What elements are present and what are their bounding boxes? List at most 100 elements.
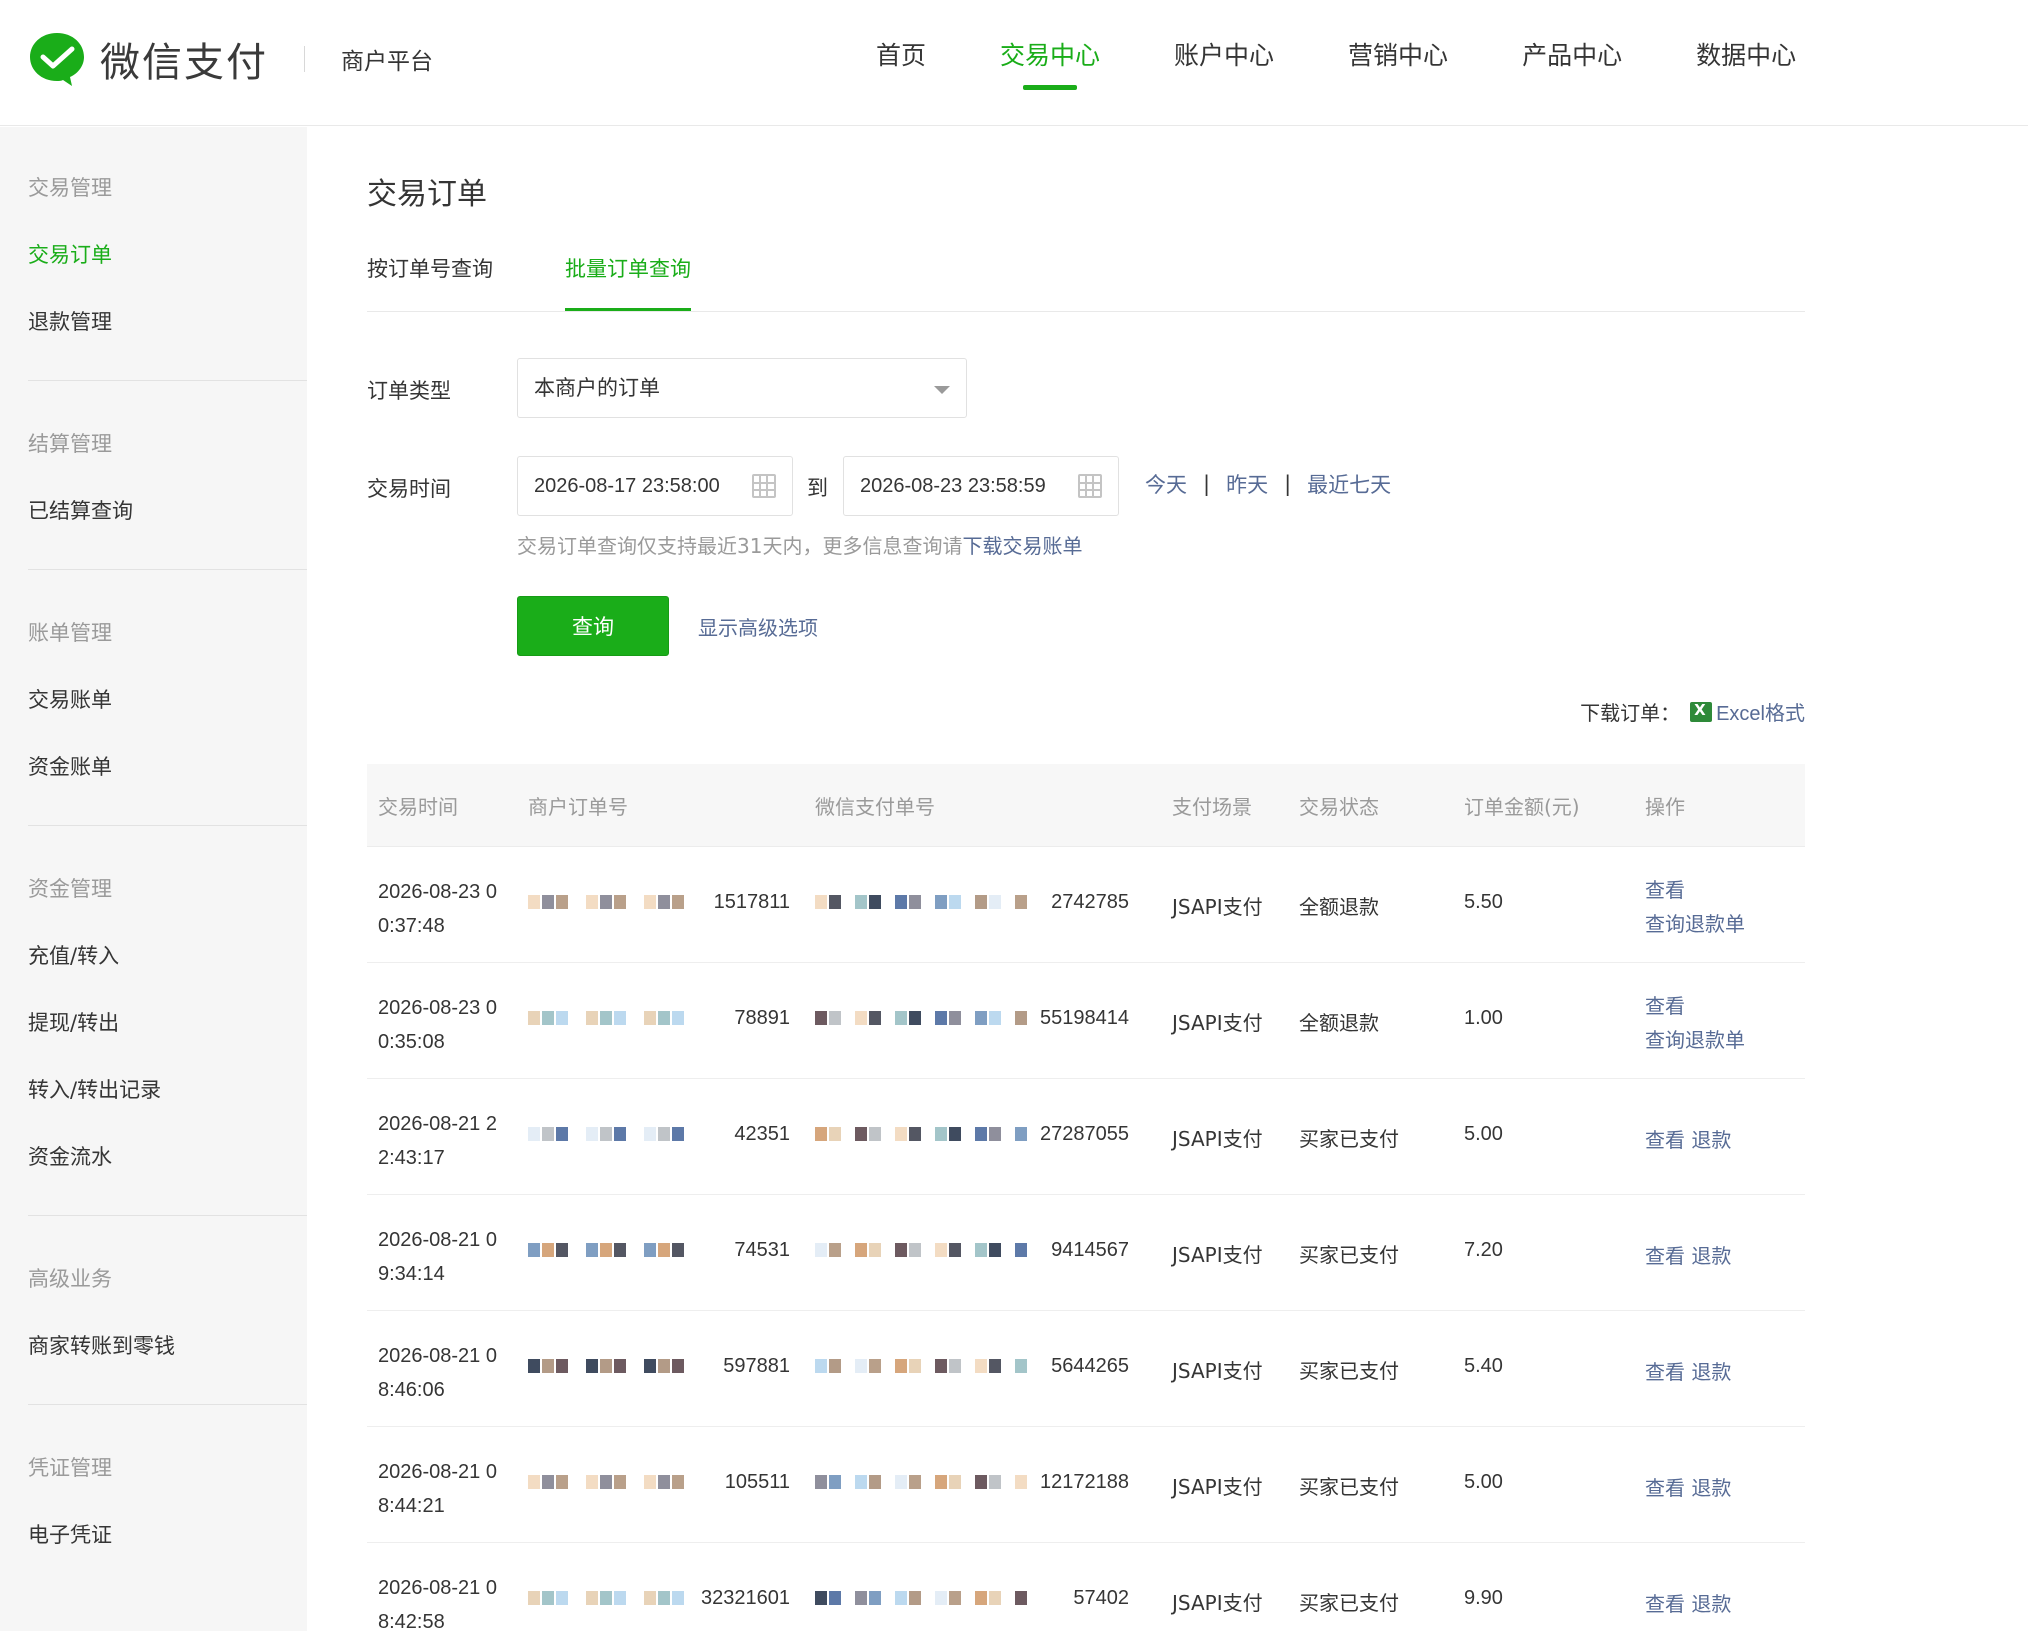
wechat-pay-logo-icon	[28, 30, 86, 88]
view-link[interactable]: 查看	[1645, 1592, 1685, 1616]
wechat-order-no-cell: 12172188	[1040, 1471, 1129, 1493]
table-row: 2026-08-21 08:44:21 105511 12172188 JSAPI支付…	[367, 1427, 1805, 1543]
view-link[interactable]: 查看	[1645, 989, 1745, 1023]
sidebar-item-e-voucher[interactable]: 电子凭证	[28, 1502, 307, 1569]
start-time-value: 2026-08-17 23:58:00	[534, 475, 720, 497]
topnav-marketing-center[interactable]: 营销中心	[1348, 0, 1448, 112]
refund-link[interactable]: 退款	[1691, 1476, 1731, 1500]
show-advanced-options-link[interactable]: 显示高级选项	[698, 612, 818, 641]
trade-time-cell: 2026-08-21 08:42:58	[378, 1577, 497, 1631]
view-link[interactable]: 查看	[1645, 1244, 1685, 1268]
sidebar-item-trade-orders[interactable]: 交易订单	[28, 222, 307, 289]
refund-link[interactable]: 退款	[1691, 1592, 1731, 1616]
pay-scene-cell: JSAPI支付	[1172, 1127, 1263, 1151]
actions-cell: 查看 退款	[1645, 1239, 1731, 1273]
col-trade-time: 交易时间	[378, 794, 458, 819]
refund-link[interactable]: 退款	[1691, 1244, 1731, 1268]
tab-query-by-order-no[interactable]: 按订单号查询	[367, 253, 493, 311]
sidebar-group-title: 高级业务	[28, 1267, 112, 1291]
table-row: 2026-08-21 22:43:17 42351 27287055 JSAPI支付 买…	[367, 1079, 1805, 1195]
merchant-order-no-cell: 42351	[734, 1123, 790, 1145]
excel-icon[interactable]	[1690, 701, 1713, 722]
topnav-product-center[interactable]: 产品中心	[1522, 0, 1622, 112]
sidebar-item-withdraw[interactable]: 提现/转出	[28, 990, 307, 1057]
merchant-order-no-cell: 74531	[734, 1239, 790, 1261]
wechat-order-no-cell: 5644265	[1051, 1355, 1129, 1377]
topnav-account-center[interactable]: 账户中心	[1174, 0, 1274, 112]
actions-cell: 查看 查询退款单	[1645, 873, 1745, 941]
col-actions: 操作	[1645, 794, 1685, 819]
sidebar-group-title: 结算管理	[28, 432, 112, 456]
tab-batch-query[interactable]: 批量订单查询	[565, 253, 691, 311]
view-link[interactable]: 查看	[1645, 1360, 1685, 1384]
sidebar-group-title: 交易管理	[28, 176, 112, 200]
download-trade-bill-link[interactable]: 下载交易账单	[962, 534, 1082, 558]
start-time-input[interactable]: 2026-08-17 23:58:00	[517, 456, 793, 516]
query-refund-link[interactable]: 查询退款单	[1645, 907, 1745, 941]
actions-cell: 查看 退款	[1645, 1355, 1731, 1389]
order-type-label: 订单类型	[367, 379, 451, 403]
actions-cell: 查看 退款	[1645, 1123, 1731, 1157]
sidebar-group-title: 资金管理	[28, 877, 112, 901]
merchant-order-no-cell: 32321601	[701, 1587, 790, 1609]
brand-name: 微信支付	[100, 40, 268, 86]
calendar-icon[interactable]	[1078, 474, 1102, 498]
sidebar-divider	[28, 825, 307, 826]
download-label: 下载订单：	[1580, 701, 1681, 725]
pay-scene-cell: JSAPI支付	[1172, 1011, 1263, 1035]
page-title: 交易订单	[367, 177, 487, 212]
refund-link[interactable]: 退款	[1691, 1128, 1731, 1152]
topnav-trade-center[interactable]: 交易中心	[1000, 0, 1100, 112]
sidebar-item-settled-query[interactable]: 已结算查询	[28, 478, 307, 545]
order-type-select[interactable]: 本商户的订单	[517, 358, 967, 418]
quick-today-link[interactable]: 今天	[1145, 469, 1187, 499]
sidebar-divider	[28, 1215, 307, 1216]
sidebar-item-fund-flow[interactable]: 资金流水	[28, 1124, 307, 1191]
sidebar-divider	[28, 1404, 307, 1405]
trade-time-cell: 2026-08-23 00:35:08	[378, 997, 497, 1053]
view-link[interactable]: 查看	[1645, 1128, 1685, 1152]
sidebar-item-recharge[interactable]: 充值/转入	[28, 923, 307, 990]
sidebar-group-vouchers: 凭证管理 电子凭证	[0, 1435, 307, 1569]
sidebar-item-fund-bill[interactable]: 资金账单	[28, 734, 307, 801]
query-hint: 交易订单查询仅支持最近31天内，更多信息查询请下载交易账单	[517, 530, 1082, 559]
col-pay-scene: 支付场景	[1172, 794, 1252, 819]
pay-scene-cell: JSAPI支付	[1172, 895, 1263, 919]
sidebar-group-funds: 资金管理 充值/转入 提现/转出 转入/转出记录 资金流水	[0, 856, 307, 1191]
quick-last-7-days-link[interactable]: 最近七天	[1307, 469, 1391, 499]
chevron-down-icon	[934, 386, 950, 394]
merchant-order-no-cell: 78891	[734, 1007, 790, 1029]
quick-yesterday-link[interactable]: 昨天	[1226, 469, 1268, 499]
trade-time-label: 交易时间	[367, 477, 451, 501]
end-time-input[interactable]: 2026-08-23 23:58:59	[843, 456, 1119, 516]
end-time-value: 2026-08-23 23:58:59	[860, 475, 1046, 497]
trade-time-cell: 2026-08-21 08:44:21	[378, 1461, 497, 1517]
calendar-icon[interactable]	[752, 474, 776, 498]
platform-name: 商户平台	[341, 49, 433, 75]
query-refund-link[interactable]: 查询退款单	[1645, 1023, 1745, 1057]
table-row: 2026-08-21 08:42:58 32321601 57402 JSAPI支付 买…	[367, 1543, 1805, 1631]
sidebar-item-trade-bill[interactable]: 交易账单	[28, 667, 307, 734]
download-orders: 下载订单： Excel格式	[1580, 697, 1805, 726]
sidebar-item-merchant-transfer[interactable]: 商家转账到零钱	[28, 1313, 307, 1380]
order-amount-cell: 9.90	[1464, 1587, 1503, 1609]
date-range-to: 到	[807, 476, 828, 500]
trade-time-cell: 2026-08-21 08:46:06	[378, 1345, 497, 1401]
sidebar-item-refund-management[interactable]: 退款管理	[28, 289, 307, 356]
brand-logo[interactable]: 微信支付 商户平台	[28, 30, 433, 88]
table-row: 2026-08-21 09:34:14 74531 9414567 JSAPI支付 买家…	[367, 1195, 1805, 1311]
wechat-order-no-cell: 2742785	[1051, 891, 1129, 913]
trade-status-cell: 买家已支付	[1299, 1359, 1399, 1383]
view-link[interactable]: 查看	[1645, 1476, 1685, 1500]
topnav-home[interactable]: 首页	[876, 0, 926, 112]
query-button[interactable]: 查询	[517, 596, 669, 656]
actions-cell: 查看 查询退款单	[1645, 989, 1745, 1057]
topnav-data-center[interactable]: 数据中心	[1696, 0, 1796, 112]
trade-status-cell: 全额退款	[1299, 895, 1379, 919]
excel-download-link[interactable]: Excel格式	[1716, 697, 1805, 726]
tabs-divider	[367, 311, 1805, 312]
view-link[interactable]: 查看	[1645, 873, 1745, 907]
sidebar-item-transfer-records[interactable]: 转入/转出记录	[28, 1057, 307, 1124]
refund-link[interactable]: 退款	[1691, 1360, 1731, 1384]
pay-scene-cell: JSAPI支付	[1172, 1591, 1263, 1615]
